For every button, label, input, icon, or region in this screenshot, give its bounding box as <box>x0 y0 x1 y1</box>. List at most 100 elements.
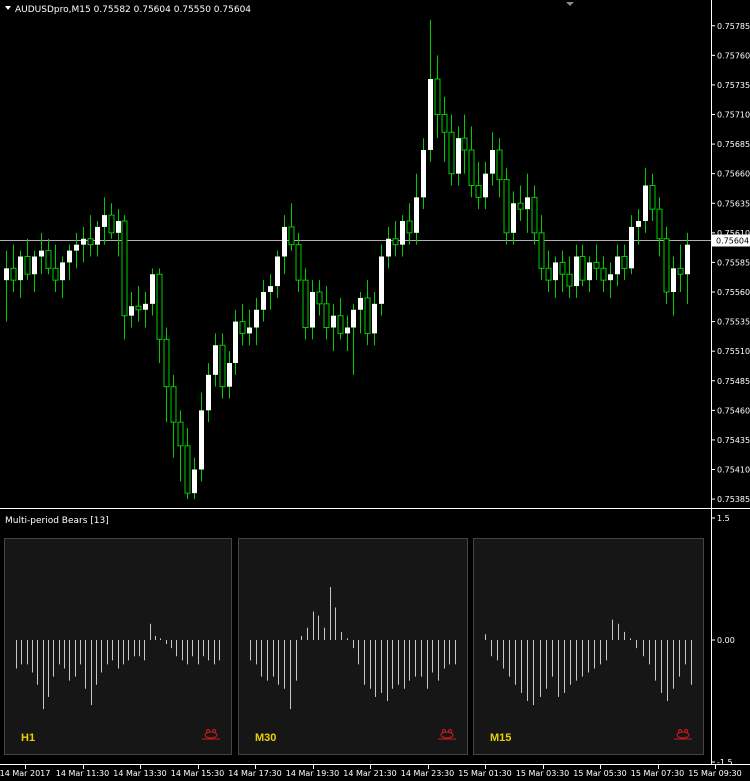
candle-body-bear <box>656 208 663 240</box>
price-tick-label: 0.75535 <box>717 318 750 327</box>
candle-body-bear <box>108 214 115 234</box>
candle-body-bear <box>600 267 607 281</box>
indicator-tick-label: 1.5 <box>717 514 730 523</box>
candle-body-bear <box>219 344 226 388</box>
price-tick-label: 0.75510 <box>717 347 750 356</box>
price-tick-label: 0.75635 <box>717 199 750 208</box>
candle-body-bear <box>392 238 399 246</box>
time-tick-label: 15 Mar 05:30 <box>573 769 626 778</box>
price-tick-label: 0.75585 <box>717 258 750 267</box>
candle-body-bear <box>517 202 524 210</box>
candle-body-bear <box>663 238 670 293</box>
candle-body-bear <box>239 321 246 334</box>
candle-body-bull <box>428 79 433 150</box>
candle-body-bull <box>74 244 79 251</box>
bid-price-label: 0.75604 <box>716 237 749 246</box>
price-tick-label: 0.75560 <box>717 288 750 297</box>
candle-body-bull <box>553 262 558 281</box>
candle-body-bear <box>649 185 656 210</box>
candle-body-bear <box>441 114 448 133</box>
candle-body-bull <box>331 315 336 328</box>
candle-body-bear <box>434 78 441 115</box>
candle-body-bear <box>406 220 413 234</box>
indicator-tick-label: -1.5 <box>717 758 733 767</box>
candle-body-bull <box>525 197 530 210</box>
time-tick-label: 15 Mar 07:30 <box>631 769 684 778</box>
candle-body-bear <box>579 256 586 281</box>
candle-body-bear <box>621 256 628 269</box>
candle-body-bear <box>135 305 142 311</box>
candle-body-bull <box>643 185 648 221</box>
candle-body-bear <box>531 196 538 234</box>
candle-body-bear <box>364 297 371 334</box>
candle-body-bull <box>379 256 384 304</box>
candle-body-bull <box>511 203 516 233</box>
candle-body-bear <box>475 185 482 198</box>
trading-chart[interactable]: AUDUSDpro,M15 0.75582 0.75604 0.75550 0.… <box>0 0 750 781</box>
indicator-title: Multi-period Bears [13] <box>5 516 109 526</box>
symbol-info: AUDUSDpro,M15 0.75582 0.75604 0.75550 0.… <box>15 5 251 15</box>
candle-body-bull <box>629 226 634 269</box>
candle-body-bull <box>671 268 676 292</box>
indicator-tick-label: 0.00 <box>717 636 735 645</box>
time-tick-label: 15 Mar 01:30 <box>458 769 511 778</box>
candle-body-bear <box>170 386 177 423</box>
candle-body-bear <box>593 261 600 269</box>
candle-body-bear <box>496 149 503 181</box>
candle-body-bull <box>150 274 155 304</box>
candle-body-bear <box>566 273 573 287</box>
candle-body-bull <box>400 221 405 245</box>
candle-body-bull <box>282 226 287 257</box>
candle-body-bull <box>414 197 419 233</box>
price-tick-label: 0.75760 <box>717 51 750 60</box>
candle-body-bull <box>587 262 592 281</box>
candle-body-bear <box>52 267 59 281</box>
candle-body-bull <box>213 345 218 375</box>
candle-body-bull <box>39 250 44 257</box>
candle-body-bear <box>87 238 94 246</box>
time-tick-label: 15 Mar 03:30 <box>516 769 569 778</box>
candle-body-bull <box>60 262 65 281</box>
candle-body-bull <box>95 226 100 245</box>
candle-body-bull <box>345 327 350 334</box>
candle-body-bear <box>24 256 31 275</box>
price-tick-label: 0.75435 <box>717 436 750 445</box>
candle-body-bear <box>323 303 330 329</box>
candle-body-bear <box>545 267 552 281</box>
candle-body-bull <box>615 256 620 275</box>
candle-body-bull <box>67 250 72 263</box>
candle-body-bull <box>372 303 377 334</box>
candle-body-bull <box>636 221 641 227</box>
candle-body-bear <box>156 273 163 340</box>
price-tick-label: 0.75660 <box>717 170 750 179</box>
candle-body-bull <box>233 321 238 363</box>
candle-body-bear <box>503 179 510 234</box>
candle-body-bear <box>288 226 295 246</box>
candle-body-bull <box>358 297 363 310</box>
price-tick-label: 0.75385 <box>717 495 750 504</box>
candle-body-bear <box>559 261 566 275</box>
candle-body-bear <box>316 291 323 305</box>
candle-body-bull <box>206 374 211 411</box>
candle-body-bull <box>310 292 315 328</box>
candle-body-bear <box>163 338 170 388</box>
candle-body-bear <box>468 149 475 186</box>
time-tick-label: 14 Mar 17:30 <box>228 769 281 778</box>
candle-body-bull <box>81 238 86 245</box>
candle-body-bull <box>129 306 134 316</box>
candle-body-bull <box>254 309 259 328</box>
candle-body-bull <box>351 309 356 328</box>
candle-body-bull <box>456 138 461 174</box>
candle-body-bull <box>18 256 23 281</box>
candle-body-bull <box>247 327 252 334</box>
time-tick-label: 14 Mar 2017 <box>0 769 50 778</box>
candle-body-bull <box>421 150 426 198</box>
candle-body-bear <box>10 267 17 281</box>
candle-body-bull <box>261 292 266 310</box>
candle-body-bull <box>608 274 613 281</box>
candle-body-bear <box>538 232 545 269</box>
candle-body-bull <box>490 150 495 174</box>
candle-body-bull <box>4 268 9 281</box>
panel-label: H1 <box>21 732 35 744</box>
candle-body-bull <box>102 215 107 227</box>
